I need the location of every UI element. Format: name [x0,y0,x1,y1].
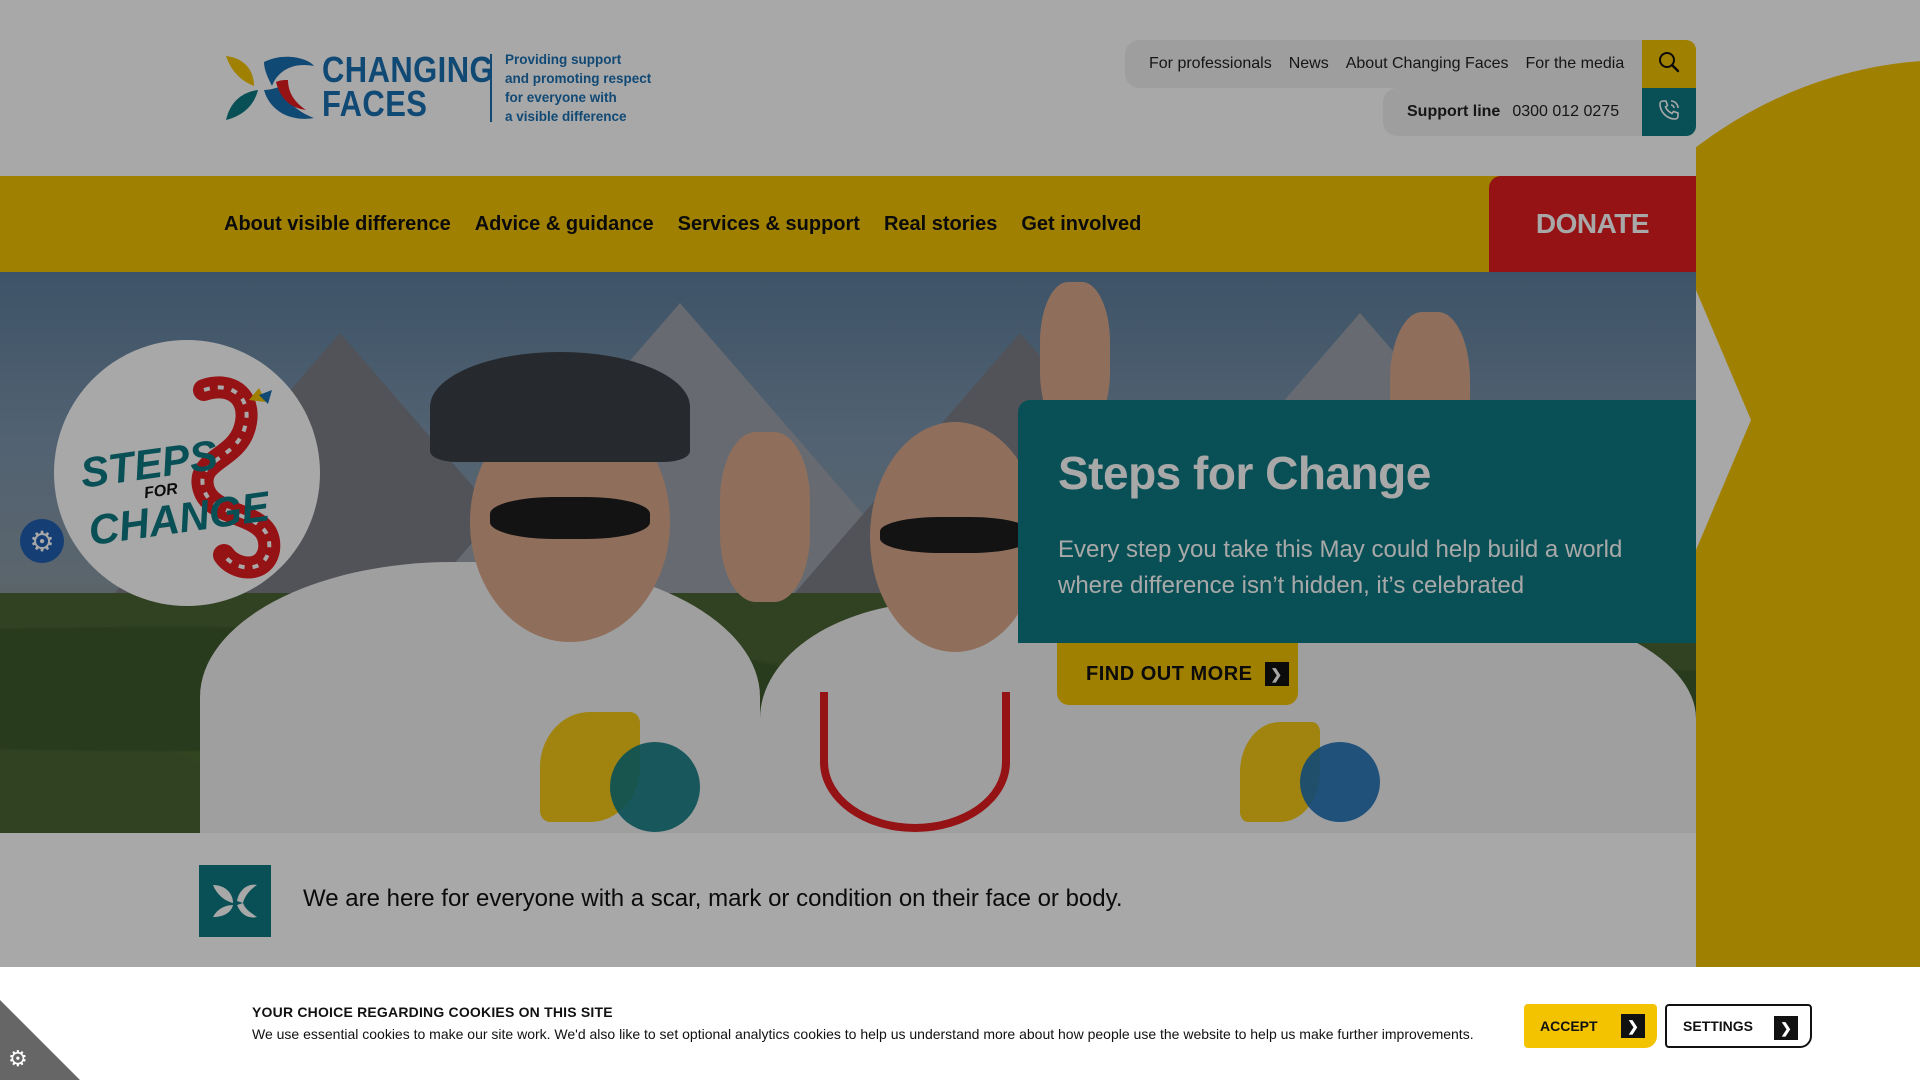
find-out-more-label: FIND OUT MORE [1086,662,1253,685]
link-about-changing-faces[interactable]: About Changing Faces [1346,55,1509,73]
cookie-text: We use essential cookies to make our sit… [252,1026,1474,1042]
logo-divider [490,54,492,122]
accessibility-settings-button[interactable]: ⚙ [20,519,64,563]
mission-band: We are here for everyone with a scar, ma… [0,833,1696,967]
nav-real-stories[interactable]: Real stories [884,213,997,236]
page: CHANGING FACES Providing support and pro… [0,0,1920,1080]
chevron-right-icon: ❯ [1264,662,1289,686]
support-line-number: 0300 012 0275 [1512,103,1620,120]
nav-advice-guidance[interactable]: Advice & guidance [475,213,654,236]
steps-for-change-badge: STEPS FOR CHANGE [54,340,320,606]
shirt-collar [820,692,1010,832]
phone-icon [1657,98,1681,127]
main-nav: About visible difference Advice & guidan… [0,176,1696,272]
person-hand [720,432,810,602]
chevron-right-icon: ❯ [1621,1014,1645,1038]
person-cap [430,352,690,462]
nav-get-involved[interactable]: Get involved [1021,213,1141,236]
nav-about-visible-difference[interactable]: About visible difference [224,213,451,236]
mission-statement: We are here for everyone with a scar, ma… [303,885,1123,912]
find-out-more-button[interactable]: FIND OUT MORE ❯ [1057,643,1298,705]
donate-button[interactable]: DONATE [1489,176,1696,272]
hero-text: Every step you take this May could help … [1058,536,1623,599]
site-header: CHANGING FACES Providing support and pro… [0,0,1696,176]
cookie-title: YOUR CHOICE REGARDING COOKIES ON THIS SI… [252,1004,613,1020]
nav-services-support[interactable]: Services & support [678,213,860,236]
person-sunglasses [490,497,650,539]
cookie-gear-icon: ⚙ [8,1046,28,1071]
logo-tagline: Providing support and promoting respect … [505,50,685,126]
logo-wordmark: CHANGING FACES [322,49,494,124]
logo-word-1: CHANGING [322,49,494,90]
tagline-line: Providing support [505,52,622,67]
utility-nav: For professionals News About Changing Fa… [1125,40,1642,88]
person-sunglasses [880,517,1030,553]
phone-button[interactable] [1642,88,1696,136]
search-button[interactable] [1642,40,1696,88]
gear-icon: ⚙ [29,525,55,557]
tagline-line: for everyone with [505,90,617,105]
hero-promo-card: Steps for Change Every step you take thi… [1018,400,1696,643]
link-news[interactable]: News [1289,55,1329,73]
hero-title: Steps for Change [1058,447,1431,499]
support-line-label: Support line [1407,103,1501,120]
chevron-right-icon: ❯ [1774,1016,1798,1040]
link-for-the-media[interactable]: For the media [1526,55,1625,73]
shirt-logo-print [1300,742,1380,822]
logo-word-2: FACES [322,83,428,124]
link-for-professionals[interactable]: For professionals [1149,55,1272,73]
accept-label: ACCEPT [1540,1018,1598,1034]
shirt-logo-print [610,742,700,832]
cookie-settings-button[interactable]: SETTINGS ❯ [1665,1004,1812,1048]
butterfly-icon [199,865,271,937]
search-icon [1658,51,1680,78]
site-logo[interactable]: CHANGING FACES Providing support and pro… [224,49,651,124]
tagline-line: and promoting respect [505,71,652,86]
accept-cookies-button[interactable]: ACCEPT ❯ [1524,1004,1657,1048]
support-line[interactable]: Support line 0300 012 0275 [1383,88,1642,136]
tagline-line: a visible difference [505,109,627,124]
decorative-arc-notch [1696,290,1751,550]
settings-label: SETTINGS [1683,1018,1754,1034]
butterfly-logo-icon [224,52,316,122]
main-nav-items: About visible difference Advice & guidan… [224,176,1165,272]
